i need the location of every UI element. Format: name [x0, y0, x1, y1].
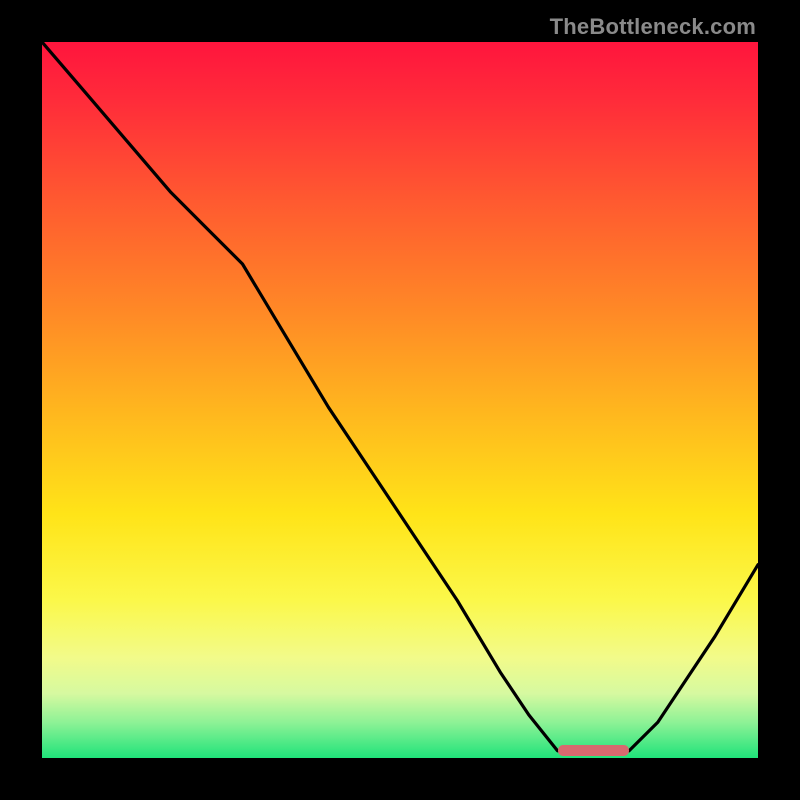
plot-area — [42, 42, 758, 758]
optimum-marker — [558, 745, 630, 756]
watermark-text: TheBottleneck.com — [550, 14, 756, 40]
chart-frame: TheBottleneck.com — [0, 0, 800, 800]
curve-path — [42, 42, 758, 754]
bottleneck-curve — [42, 42, 758, 758]
